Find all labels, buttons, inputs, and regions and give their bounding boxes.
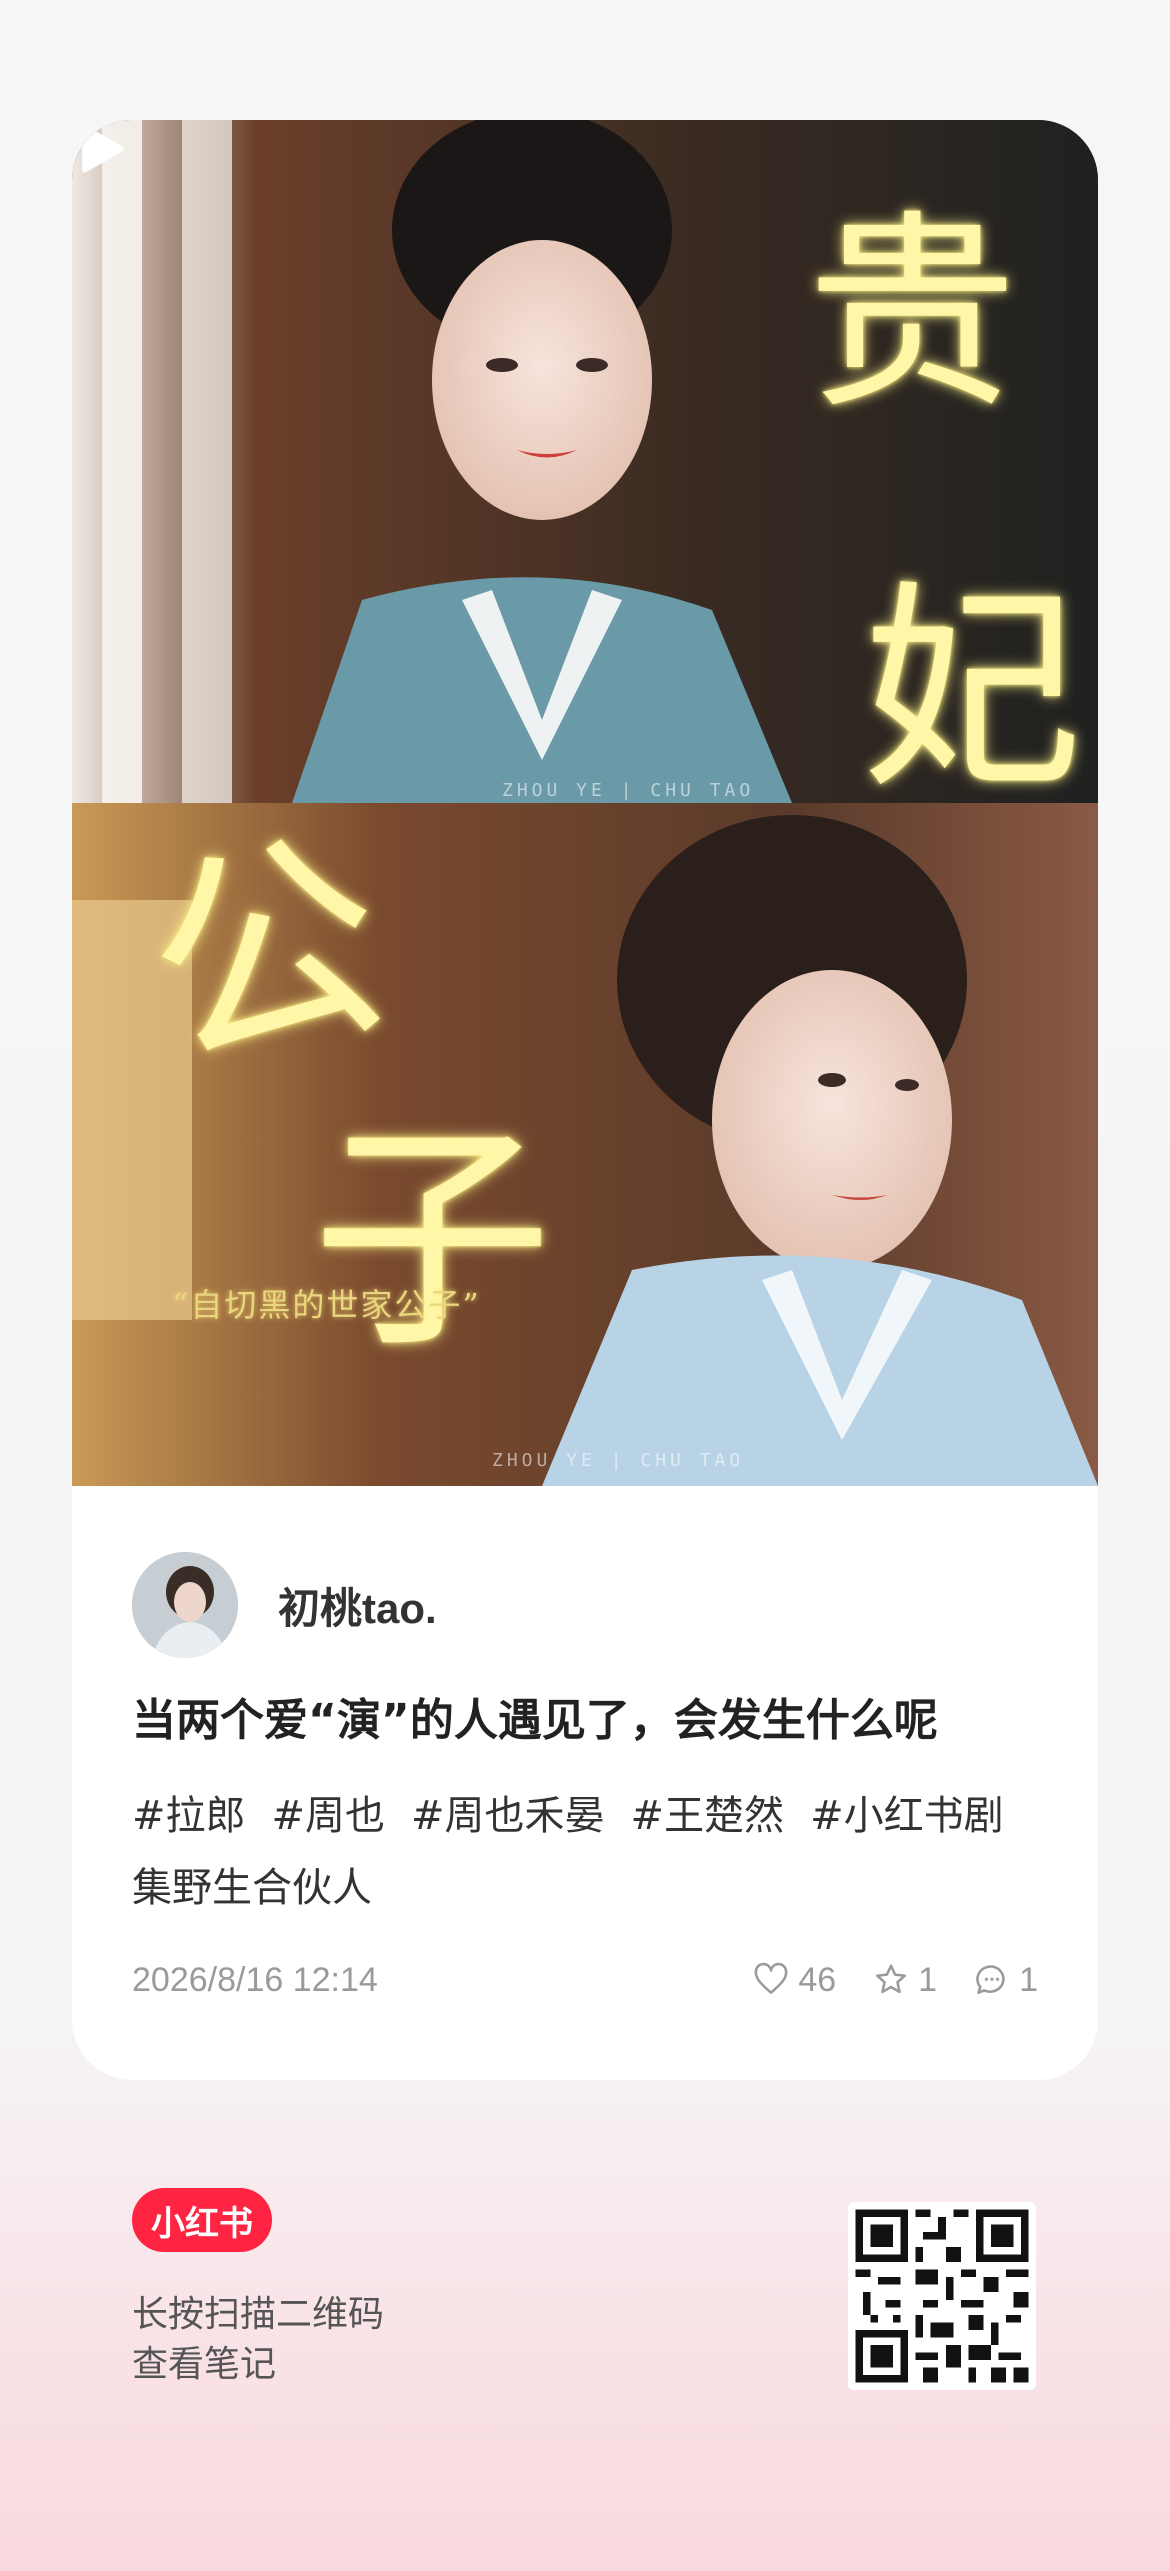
avatar-image — [132, 1552, 238, 1658]
tag-item[interactable]: #拉郎 — [132, 1793, 246, 1839]
cover-watermark-bottom: ZHOU YE | CHU TAO — [492, 1450, 745, 1471]
cover-watermark-top: ZHOU YE | CHU TAO — [502, 780, 755, 801]
favorite-count: 1 — [918, 1960, 938, 1999]
meta-row: 2026/8/16 12:14 46 1 1 — [132, 1950, 1038, 2010]
heart-icon[interactable] — [752, 1961, 790, 1999]
scan-hint-line1: 长按扫描二维码 — [132, 2294, 385, 2335]
author-name[interactable]: 初桃tao. — [278, 1575, 437, 1636]
scan-hint-line2: 查看笔记 — [132, 2344, 277, 2385]
tag-list: #拉郎 #周也 #周也禾晏 #王楚然 #小红书剧集野生合伙人 — [132, 1780, 1052, 1924]
tag-item[interactable]: #小红书剧 — [810, 1793, 1004, 1839]
cover-quote: “自切黑的世家公子” — [172, 1286, 481, 1324]
like-stat[interactable]: 46 — [752, 1961, 836, 2000]
author-row[interactable]: 初桃tao. — [132, 1550, 437, 1660]
video-cover[interactable]: 贵 妃 公 子 “自切黑的世家公子” ZHOU YE | CHU TAO ZHO… — [72, 120, 1098, 1486]
tag-item[interactable]: #周也禾晏 — [411, 1793, 605, 1839]
xiaohongshu-logo: 小红书 — [132, 2188, 272, 2252]
tag-item-continued[interactable]: 集野生合伙人 — [132, 1865, 372, 1911]
scan-hint: 长按扫描二维码 查看笔记 — [132, 2290, 384, 2390]
comment-icon[interactable] — [973, 1961, 1011, 1999]
tag-item[interactable]: #周也 — [272, 1793, 386, 1839]
qr-code[interactable] — [848, 2202, 1036, 2390]
tag-item[interactable]: #王楚然 — [631, 1793, 785, 1839]
star-icon[interactable] — [872, 1961, 910, 1999]
note-title: 当两个爱“演”的人遇见了，会发生什么呢 — [132, 1695, 938, 1746]
favorite-stat[interactable]: 1 — [872, 1961, 937, 2000]
overlay-char-gui: 贵 — [807, 192, 1018, 437]
comment-stat[interactable]: 1 — [973, 1961, 1038, 2000]
overlay-char-fei: 妃 — [862, 562, 1083, 818]
overlay-char-gong: 公 — [126, 800, 408, 1110]
note-card[interactable]: 贵 妃 公 子 “自切黑的世家公子” ZHOU YE | CHU TAO ZHO… — [72, 120, 1098, 2080]
like-count: 46 — [798, 1960, 837, 1999]
avatar[interactable] — [132, 1552, 238, 1658]
comment-count: 1 — [1019, 1960, 1038, 1999]
post-date: 2026/8/16 12:14 — [132, 1960, 378, 1999]
play-icon[interactable] — [72, 120, 130, 178]
